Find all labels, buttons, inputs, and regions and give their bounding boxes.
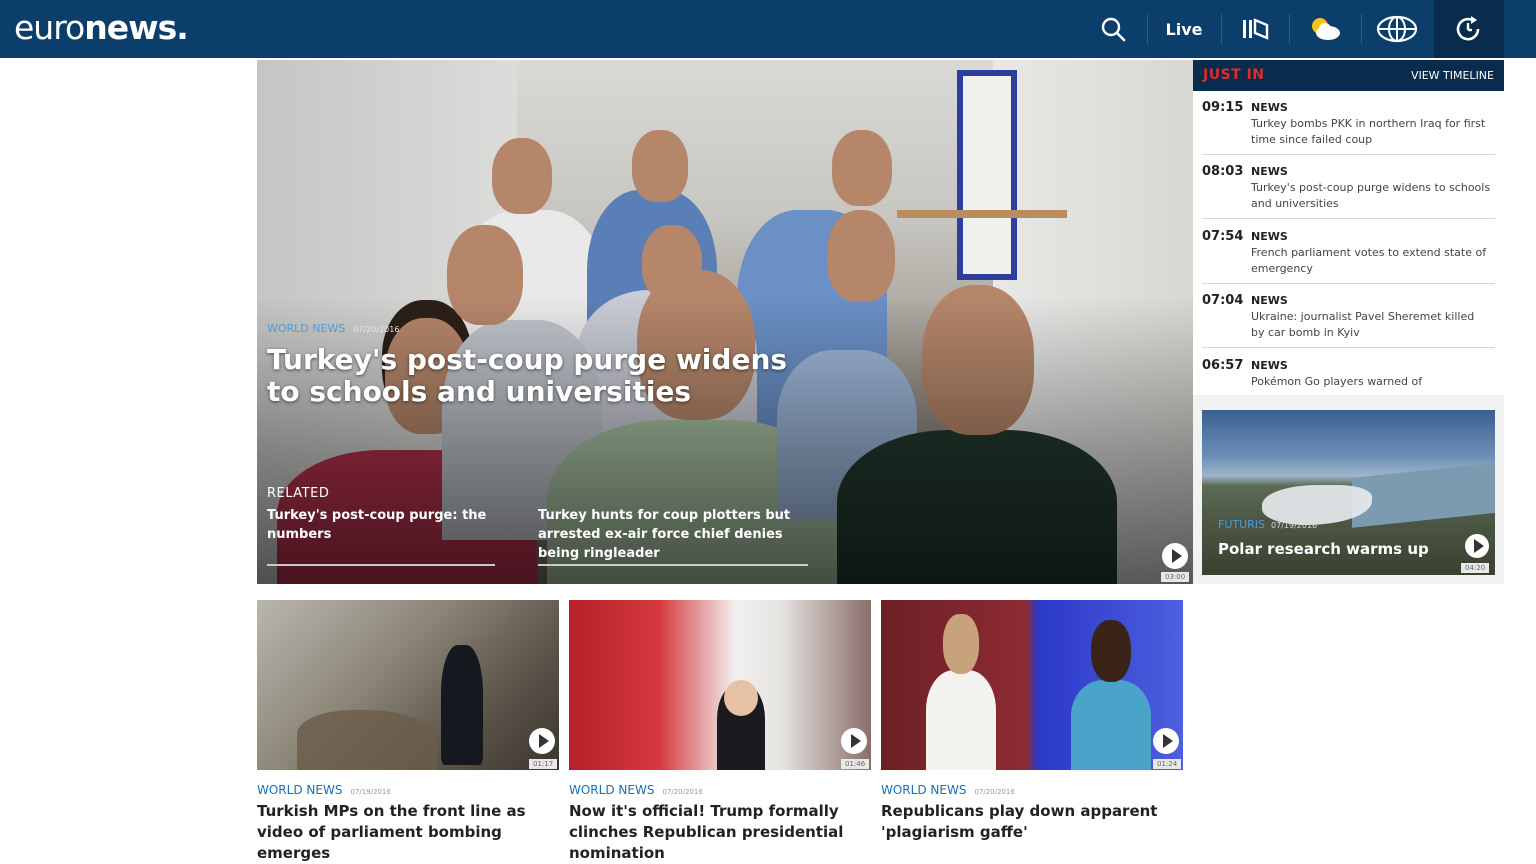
live-button[interactable]: Live: [1148, 0, 1220, 58]
futuris-promo[interactable]: FUTURIS 07/19/2016 Polar research warms u…: [1202, 410, 1495, 575]
timeline-time: 08:03: [1202, 164, 1244, 179]
story-meta: WORLD NEWS 07/19/2016: [257, 783, 559, 797]
hero-duration: 03:00: [1161, 572, 1190, 582]
play-icon: [1162, 734, 1173, 748]
story-category[interactable]: WORLD NEWS: [569, 783, 654, 797]
thumbnail-head: [724, 680, 758, 716]
hero-category[interactable]: WORLD NEWS: [267, 322, 345, 335]
hero-play-button[interactable]: [1162, 543, 1188, 569]
weather-icon: [1312, 18, 1340, 40]
story-thumbnail[interactable]: 01:17: [257, 600, 559, 770]
promo-image-water: [1352, 462, 1495, 528]
thumbnail-head-left: [943, 614, 979, 674]
timeline-headline[interactable]: Pokémon Go players warned of: [1251, 374, 1491, 390]
story-meta: WORLD NEWS 07/20/2016: [569, 783, 871, 797]
search-button[interactable]: [1080, 0, 1146, 58]
timeline-item[interactable]: 07:54 NEWS French parliament votes to ex…: [1202, 220, 1495, 284]
story-duration: 01:46: [841, 759, 870, 769]
timeline-category: NEWS: [1251, 294, 1288, 307]
hero-meta: WORLD NEWS 07/20/2016: [267, 322, 399, 335]
edition-button[interactable]: [1362, 0, 1432, 58]
story-card[interactable]: 01:24 WORLD NEWS 07/20/2016 Republicans p…: [881, 600, 1183, 843]
related-label: RELATED: [267, 486, 330, 501]
promo-date: 07/19/2016: [1271, 521, 1318, 530]
promo-duration: 04:20: [1461, 563, 1490, 573]
globe-icon: [1376, 15, 1418, 43]
timeline-headline[interactable]: Turkey's post-coup purge widens to schoo…: [1251, 180, 1491, 212]
hero-date: 07/20/2016: [353, 325, 400, 334]
timeline-item[interactable]: 06:57 NEWS Pokémon Go players warned of: [1202, 349, 1495, 395]
story-thumbnail[interactable]: 01:46: [569, 600, 871, 770]
story-duration: 01:17: [529, 759, 558, 769]
thumbnail-head-right: [1091, 620, 1131, 682]
promo-title[interactable]: Polar research warms up: [1218, 540, 1429, 558]
hero-title[interactable]: Turkey's post-coup purge widens to schoo…: [267, 344, 827, 408]
story-thumbnail[interactable]: 01:24: [881, 600, 1183, 770]
search-icon: [1101, 17, 1126, 42]
timeline-item[interactable]: 09:15 NEWS Turkey bombs PKK in northern …: [1202, 91, 1495, 155]
related-divider: [267, 564, 495, 566]
timeline-headline[interactable]: Turkey bombs PKK in northern Iraq for fi…: [1251, 116, 1491, 148]
timeline-category: NEWS: [1251, 165, 1288, 178]
timeline-headline[interactable]: Ukraine: journalist Pavel Sheremet kille…: [1251, 309, 1491, 341]
thumbnail-figure-right: [1071, 680, 1151, 770]
site-header: euronews. Live: [0, 0, 1536, 58]
programs-button[interactable]: [1222, 0, 1288, 58]
timeline-time: 09:15: [1202, 100, 1244, 115]
timeline-item[interactable]: 08:03 NEWS Turkey's post-coup purge wide…: [1202, 155, 1495, 219]
latest-news-button[interactable]: [1434, 0, 1504, 58]
thumbnail-figure: [441, 645, 483, 765]
story-title[interactable]: Turkish MPs on the front line as video o…: [257, 801, 559, 864]
related-divider: [538, 564, 808, 566]
story-meta: WORLD NEWS 07/20/2016: [881, 783, 1183, 797]
timeline-category: NEWS: [1251, 359, 1288, 372]
promo-meta: FUTURIS 07/19/2016: [1218, 518, 1317, 531]
just-in-header: JUST IN VIEW TIMELINE: [1193, 60, 1504, 91]
story-duration: 01:24: [1153, 759, 1182, 769]
story-date: 07/19/2016: [350, 788, 391, 796]
programs-icon: [1243, 18, 1269, 40]
timeline-category: NEWS: [1251, 230, 1288, 243]
related-story-1[interactable]: Turkey's post-coup purge: the numbers: [267, 506, 497, 544]
euronews-logo[interactable]: euronews.: [14, 8, 189, 48]
story-category[interactable]: WORLD NEWS: [257, 783, 342, 797]
just-in-title: JUST IN: [1203, 67, 1265, 83]
story-date: 07/20/2016: [974, 788, 1015, 796]
just-in-timeline[interactable]: 09:15 NEWS Turkey bombs PKK in northern …: [1193, 91, 1504, 395]
refresh-clock-icon: [1456, 16, 1480, 41]
thumbnail-figure-left: [926, 670, 996, 770]
play-icon: [1171, 549, 1182, 563]
related-story-2[interactable]: Turkey hunts for coup plotters but arres…: [538, 506, 808, 563]
timeline-time: 06:57: [1202, 358, 1244, 373]
just-in-panel: JUST IN VIEW TIMELINE 09:15 NEWS Turkey …: [1193, 60, 1504, 584]
logo-light-text: euro: [14, 8, 85, 47]
promo-category[interactable]: FUTURIS: [1218, 518, 1265, 531]
weather-button[interactable]: [1290, 0, 1360, 58]
story-title[interactable]: Republicans play down apparent 'plagiari…: [881, 801, 1183, 843]
play-icon: [1473, 539, 1484, 553]
story-date: 07/20/2016: [662, 788, 703, 796]
play-icon: [850, 734, 861, 748]
thumbnail-rubble: [297, 710, 437, 770]
timeline-headline[interactable]: French parliament votes to extend state …: [1251, 245, 1491, 277]
story-category[interactable]: WORLD NEWS: [881, 783, 966, 797]
story-play-button[interactable]: [1153, 728, 1179, 754]
promo-play-button[interactable]: [1465, 534, 1489, 558]
timeline-item[interactable]: 07:04 NEWS Ukraine: journalist Pavel She…: [1202, 284, 1495, 348]
timeline-time: 07:54: [1202, 229, 1244, 244]
story-play-button[interactable]: [529, 728, 555, 754]
story-play-button[interactable]: [841, 728, 867, 754]
hero-story[interactable]: WORLD NEWS 07/20/2016 Turkey's post-coup …: [257, 60, 1193, 584]
timeline-time: 07:04: [1202, 293, 1244, 308]
logo-bold-text: news.: [84, 8, 189, 47]
story-card[interactable]: 01:46 WORLD NEWS 07/20/2016 Now it's offi…: [569, 600, 871, 864]
story-title[interactable]: Now it's official! Trump formally clinch…: [569, 801, 871, 864]
play-icon: [538, 734, 549, 748]
view-timeline-link[interactable]: VIEW TIMELINE: [1411, 69, 1494, 82]
timeline-category: NEWS: [1251, 101, 1288, 114]
story-card[interactable]: 01:17 WORLD NEWS 07/19/2016 Turkish MPs o…: [257, 600, 559, 864]
